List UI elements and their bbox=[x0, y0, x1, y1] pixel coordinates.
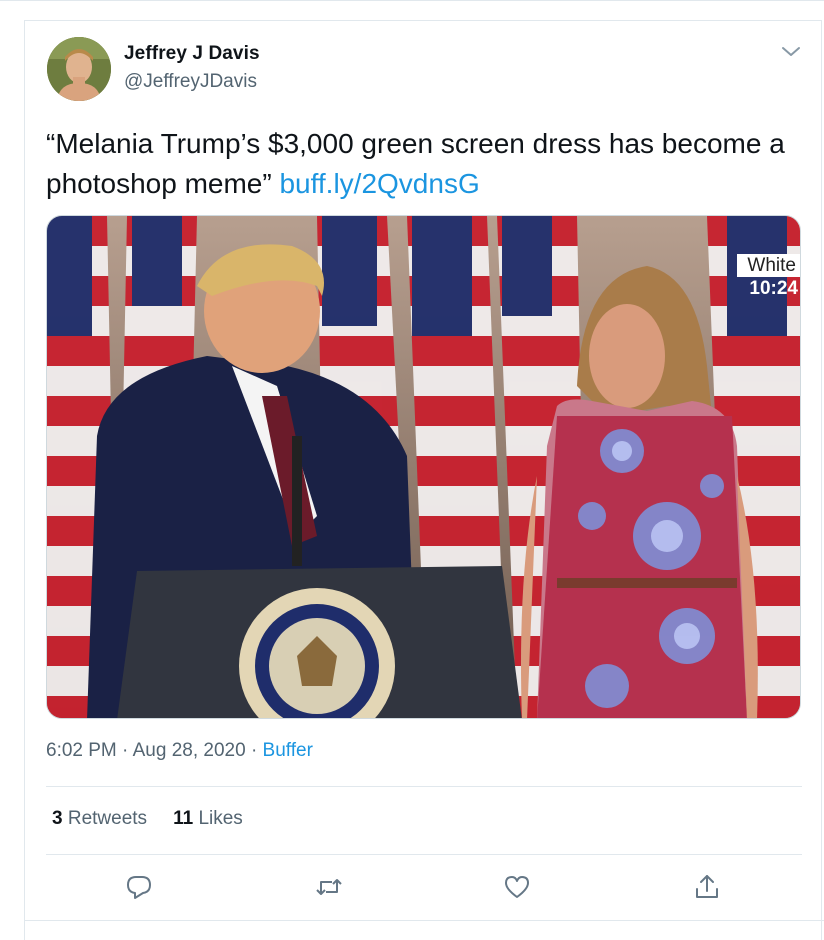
tweet-text: “Melania Trump’s $3,000 green screen dre… bbox=[46, 124, 786, 204]
divider bbox=[46, 786, 802, 787]
chevron-down-icon[interactable] bbox=[779, 43, 803, 61]
photo-illustration bbox=[47, 216, 800, 718]
author-name[interactable]: Jeffrey J Davis bbox=[124, 43, 260, 65]
avatar[interactable] bbox=[47, 37, 111, 101]
tweet-source[interactable]: Buffer bbox=[263, 740, 313, 761]
tweet-time[interactable]: 6:02 PM bbox=[46, 740, 117, 761]
top-divider bbox=[0, 0, 824, 1]
meta-separator-2: · bbox=[250, 740, 258, 761]
tweet-date[interactable]: Aug 28, 2020 bbox=[133, 740, 246, 761]
author-handle[interactable]: @JeffreyJDavis bbox=[124, 71, 257, 93]
share-icon[interactable] bbox=[692, 872, 722, 902]
retweet-icon[interactable] bbox=[314, 872, 344, 902]
tweet-meta: 6:02 PM · Aug 28, 2020 · Buffer bbox=[46, 740, 313, 762]
action-bar bbox=[46, 868, 802, 908]
bottom-divider bbox=[24, 920, 824, 921]
tweet-link[interactable]: buff.ly/2QvdnsG bbox=[279, 168, 479, 199]
heart-icon[interactable] bbox=[502, 872, 532, 902]
overlay-time: 10:24 bbox=[749, 278, 798, 299]
tweet-photo[interactable]: White 10:24 bbox=[46, 215, 801, 719]
retweets-label: Retweets bbox=[67, 808, 148, 829]
reply-icon[interactable] bbox=[124, 872, 154, 902]
retweets-count: 3 bbox=[52, 808, 63, 829]
likes-stat[interactable]: 11 Likes bbox=[173, 808, 243, 829]
meta-separator: · bbox=[122, 740, 129, 761]
likes-count: 11 bbox=[173, 808, 194, 829]
retweets-stat[interactable]: 3 Retweets bbox=[52, 808, 147, 829]
tweet-stats: 3 Retweets 11 Likes bbox=[52, 808, 243, 830]
tweet-frame: Jeffrey J Davis @JeffreyJDavis “Melania … bbox=[0, 0, 824, 940]
likes-label: Likes bbox=[198, 808, 243, 829]
avatar-image bbox=[47, 37, 111, 101]
divider bbox=[46, 854, 802, 855]
overlay-label: White bbox=[737, 254, 800, 277]
